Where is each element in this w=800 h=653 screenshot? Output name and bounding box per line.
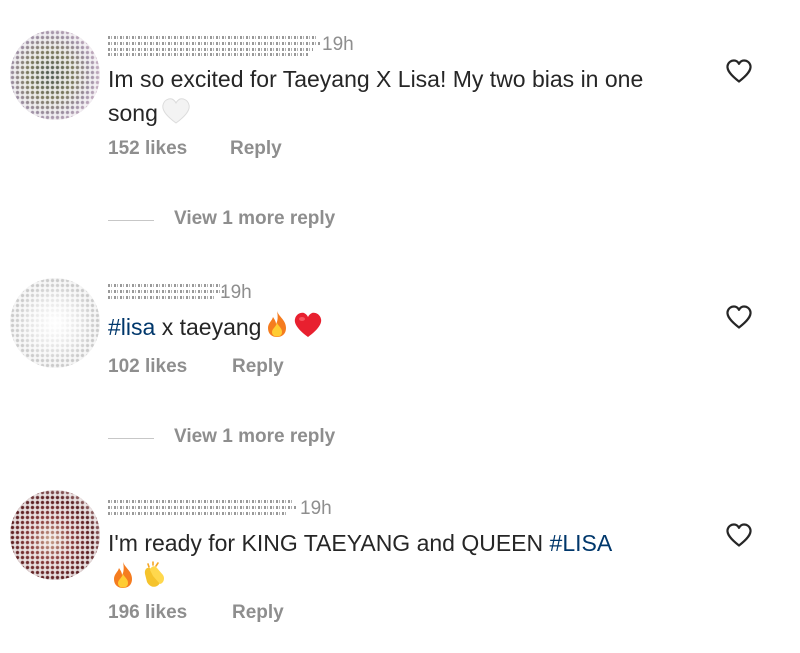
- likes-count[interactable]: 152 likes: [108, 138, 187, 159]
- comment-meta: 102 likes Reply: [108, 356, 284, 378]
- clapping-hands-icon: [139, 560, 169, 599]
- username-redacted[interactable]: [108, 498, 298, 520]
- comment-text: I'm ready for KING TAEYANG and QUEEN #LI…: [108, 526, 688, 599]
- likes-count[interactable]: 196 likes: [108, 602, 187, 623]
- username-redacted[interactable]: [108, 34, 320, 56]
- comment-meta: 196 likes Reply: [108, 602, 284, 624]
- divider-line: [108, 220, 154, 221]
- fire-icon: [110, 560, 136, 599]
- view-more-replies-label[interactable]: View 1 more reply: [174, 208, 335, 230]
- comment-body: x taeyang: [155, 314, 262, 340]
- comment-text: Im so excited for Taeyang X Lisa! My two…: [108, 62, 688, 134]
- likes-count[interactable]: 102 likes: [108, 356, 187, 377]
- timestamp: 19h: [300, 498, 332, 519]
- hashtag-link[interactable]: #LISA: [550, 530, 613, 556]
- reply-button[interactable]: Reply: [230, 138, 282, 160]
- avatar[interactable]: [10, 30, 100, 120]
- view-more-replies-label[interactable]: View 1 more reply: [174, 426, 335, 448]
- fire-icon: [264, 309, 290, 348]
- white-heart-icon: [161, 97, 191, 134]
- heart-outline-icon[interactable]: [725, 304, 753, 330]
- username-redacted[interactable]: [108, 282, 226, 304]
- heart-outline-icon[interactable]: [725, 58, 753, 84]
- timestamp: 19h: [220, 282, 252, 303]
- reply-button[interactable]: Reply: [232, 356, 284, 378]
- heart-outline-icon[interactable]: [725, 522, 753, 548]
- avatar[interactable]: [10, 278, 100, 368]
- reply-button[interactable]: Reply: [232, 602, 284, 624]
- avatar[interactable]: [10, 490, 100, 580]
- comment-body: I'm ready for KING TAEYANG and QUEEN: [108, 530, 550, 556]
- red-heart-icon: [293, 311, 323, 348]
- divider-line: [108, 438, 154, 439]
- timestamp: 19h: [322, 34, 354, 55]
- comment-text: #lisa x taeyang: [108, 309, 688, 348]
- hashtag-link[interactable]: #lisa: [108, 314, 155, 340]
- comment-meta: 152 likes Reply: [108, 138, 282, 160]
